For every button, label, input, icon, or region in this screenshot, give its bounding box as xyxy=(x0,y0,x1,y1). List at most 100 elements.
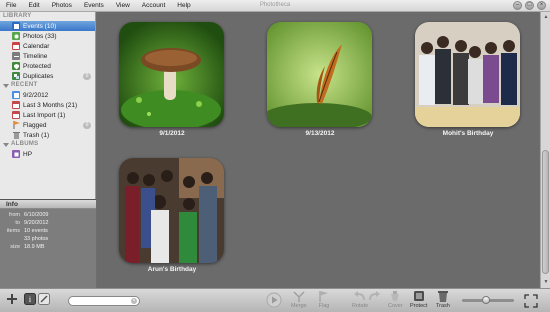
clear-search-icon[interactable]: × xyxy=(131,298,137,304)
sidebar-item-label: Last Import (1) xyxy=(23,111,66,119)
menu-events[interactable]: Events xyxy=(84,2,104,9)
menu-help[interactable]: Help xyxy=(177,2,190,9)
group-photo[interactable] xyxy=(415,22,520,127)
merge-label: Merge xyxy=(291,303,307,309)
mushroom-photo[interactable] xyxy=(119,22,224,127)
info-value: 10 events xyxy=(24,228,48,234)
info-header[interactable]: Info xyxy=(0,200,96,209)
menu-file[interactable]: File xyxy=(6,2,16,9)
edit-tags-button[interactable] xyxy=(38,293,50,305)
info-row-from: from 6/10/2009 xyxy=(0,211,96,219)
trash-icon xyxy=(12,131,20,139)
sidebar-item-trash[interactable]: Trash (1) xyxy=(0,130,95,140)
sidebar-item-calendar[interactable]: Calendar xyxy=(0,41,95,51)
zoom-slider-knob[interactable] xyxy=(482,296,490,304)
event-title: Mohit's Birthday xyxy=(442,130,494,137)
rotate-button[interactable]: Rotate xyxy=(352,290,368,309)
rotate-right-icon xyxy=(369,291,380,300)
sidebar-item-events[interactable]: Events (10) xyxy=(0,21,95,31)
library-header[interactable]: LIBRARY xyxy=(0,12,95,21)
event-tile[interactable]: 9/1/2012 xyxy=(119,22,224,137)
protect-button[interactable]: Protect xyxy=(410,290,427,309)
trash-label: Trash xyxy=(436,303,450,309)
disclosure-triangle-icon[interactable] xyxy=(3,142,9,147)
sidebar-item-timeline[interactable]: Timeline xyxy=(0,51,95,61)
sidebar-item-flagged[interactable]: Flagged 0 xyxy=(0,120,95,130)
event-tile[interactable]: Arun's Birthday xyxy=(119,158,224,273)
recent-header[interactable]: RECENT xyxy=(0,81,95,90)
event-title: Arun's Birthday xyxy=(147,266,197,273)
duplicates-icon xyxy=(12,72,20,80)
disclosure-triangle-icon[interactable] xyxy=(3,83,9,88)
sidebar-item-label: Calendar xyxy=(23,42,50,50)
import-icon xyxy=(12,111,20,119)
albums-header[interactable]: ALBUMS xyxy=(0,140,95,149)
sidebar-item-label: Flagged xyxy=(23,121,47,129)
sidebar-item-last-3-months[interactable]: Last 3 Months (21) xyxy=(0,100,95,110)
search-input[interactable]: × xyxy=(68,296,140,306)
zoom-slider[interactable] xyxy=(462,296,514,304)
sidebar-item-duplicates[interactable]: Duplicates 0 xyxy=(0,71,95,81)
info-icon: i xyxy=(24,293,36,305)
sidebar-item-label: 9/2/2012 xyxy=(23,91,49,99)
protect-label: Protect xyxy=(410,303,428,309)
cover-button[interactable]: Cover xyxy=(388,290,403,309)
scroll-up-icon[interactable]: ▲ xyxy=(542,13,550,21)
albums-header-label: ALBUMS xyxy=(11,141,39,147)
party-photo[interactable] xyxy=(119,158,224,263)
sidebar-item-photos[interactable]: Photos (33) xyxy=(0,31,95,41)
rotate-left-icon xyxy=(354,291,366,300)
rotate-label: Rotate xyxy=(352,303,369,309)
fullscreen-button[interactable] xyxy=(524,294,538,308)
flagged-count-badge: 0 xyxy=(83,121,91,129)
flag-button[interactable]: Flag xyxy=(318,290,330,309)
menu-edit[interactable]: Edit xyxy=(28,2,39,9)
butterfly-photo[interactable] xyxy=(267,22,372,127)
info-row-photos: 33 photos xyxy=(0,235,96,243)
sidebar-item-label: Photos (33) xyxy=(23,32,57,40)
recent-icon xyxy=(12,101,20,109)
fullscreen-icon xyxy=(524,294,538,308)
menu-bar: File Edit Photos Events View Account Hel… xyxy=(0,0,550,12)
merge-button[interactable]: Merge xyxy=(291,290,307,309)
sidebar-item-protected[interactable]: Protected xyxy=(0,61,95,71)
menu-view[interactable]: View xyxy=(116,2,130,9)
menu-photos[interactable]: Photos xyxy=(52,2,72,9)
flag-label: Flag xyxy=(318,303,330,309)
calendar-icon xyxy=(12,42,20,50)
sidebar-item-label: Trash (1) xyxy=(23,131,50,139)
scroll-down-icon[interactable]: ▼ xyxy=(542,278,550,286)
info-toggle-button[interactable]: i xyxy=(24,293,36,305)
event-tile[interactable]: 9/13/2012 xyxy=(267,22,372,137)
sidebar-item-label: HP xyxy=(23,150,33,158)
library-header-label: LIBRARY xyxy=(3,13,32,19)
event-tile[interactable]: Mohit's Birthday xyxy=(415,22,520,137)
plus-icon xyxy=(7,294,17,304)
info-value: 9/20/2012 xyxy=(24,220,49,226)
info-label: to xyxy=(15,220,20,226)
album-icon xyxy=(12,150,20,158)
rotate-right-button[interactable] xyxy=(367,290,381,302)
info-label xyxy=(0,235,20,243)
events-grid: 9/1/2012 9/13/2012 Mohit's Birthday Arun… xyxy=(97,12,539,288)
add-button[interactable] xyxy=(6,293,18,305)
sidebar-item-last-import[interactable]: Last Import (1) xyxy=(0,110,95,120)
menu-account[interactable]: Account xyxy=(142,2,166,9)
sidebar-item-recent-event[interactable]: 9/2/2012 xyxy=(0,90,95,100)
play-slideshow-button[interactable] xyxy=(266,292,282,308)
minimize-button[interactable]: – xyxy=(513,1,522,10)
edit-icon xyxy=(38,293,50,305)
maximize-button[interactable]: □ xyxy=(525,1,534,10)
cover-icon xyxy=(391,291,400,301)
info-row-to: to 9/20/2012 xyxy=(0,219,96,227)
scroll-thumb[interactable] xyxy=(542,150,549,274)
photos-icon xyxy=(12,32,20,40)
close-button[interactable]: × xyxy=(537,1,546,10)
trash-icon xyxy=(437,291,448,302)
info-value: 18.9 MB xyxy=(24,244,45,250)
merge-icon xyxy=(293,291,305,302)
sidebar-item-album-hp[interactable]: HP xyxy=(0,149,95,159)
trash-button[interactable]: Trash xyxy=(436,290,450,309)
vertical-scrollbar[interactable]: ▲ ▼ xyxy=(540,12,550,288)
info-value: 6/10/2009 xyxy=(24,212,49,218)
